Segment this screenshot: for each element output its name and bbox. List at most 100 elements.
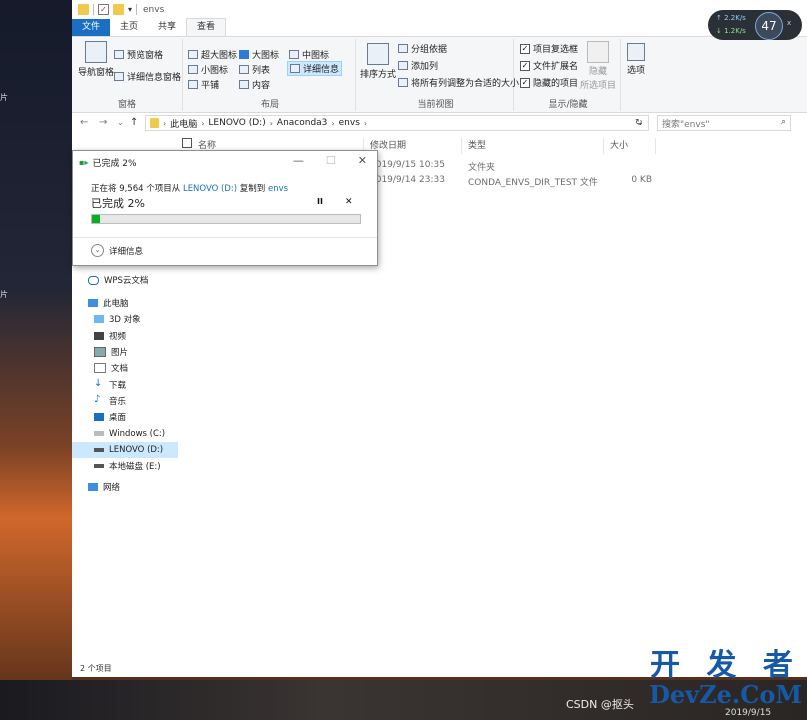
item-checkboxes-toggle[interactable]: ✓ 项目复选框 xyxy=(520,42,578,55)
breadcrumb-this-pc[interactable]: 此电脑 xyxy=(170,117,197,130)
taskbar-date: 2019/9/15 xyxy=(725,708,772,718)
column-date[interactable]: 修改日期 xyxy=(364,138,462,154)
checkbox-icon: ✓ xyxy=(520,60,530,71)
layout-content[interactable]: 内容 xyxy=(239,78,270,91)
recent-dropdown-icon[interactable]: ⌄ xyxy=(117,118,124,127)
layout-icon xyxy=(239,65,249,74)
destination-link[interactable]: envs xyxy=(268,184,288,194)
chevron-right-icon[interactable]: › xyxy=(331,119,334,128)
breadcrumb-lenovo-d[interactable]: LENOVO (D:) xyxy=(208,118,265,128)
breadcrumb-anaconda3[interactable]: Anaconda3 xyxy=(277,118,328,128)
layout-icon xyxy=(290,64,300,73)
size-columns-button[interactable]: 将所有列调整为合适的大小 xyxy=(398,76,519,89)
nav-item-downloads[interactable]: ↓ 下载 xyxy=(72,376,178,392)
nav-item-network[interactable]: 网络 xyxy=(72,479,178,495)
nav-item-videos[interactable]: 视频 xyxy=(72,328,178,344)
chevron-right-icon[interactable]: › xyxy=(201,119,204,128)
network-icon xyxy=(88,483,98,492)
tab-view[interactable]: 查看 xyxy=(186,18,227,36)
options-button[interactable]: 选项 xyxy=(627,43,645,76)
more-details-button[interactable]: ⌄ 详细信息 xyxy=(91,244,143,257)
search-placeholder: 搜索"envs" xyxy=(662,119,710,130)
nav-item-pictures[interactable]: 图片 xyxy=(72,344,178,360)
nav-item-drive-e[interactable]: 本地磁盘 (E:) xyxy=(72,458,178,474)
nav-item-wps[interactable]: WPS云文档 xyxy=(72,270,178,290)
pause-icon[interactable]: II xyxy=(317,197,323,207)
dialog-title: 已完成 2% xyxy=(92,159,137,169)
details-pane-label: 详细信息窗格 xyxy=(127,73,182,83)
quick-access-dropdown-icon[interactable]: ▾ xyxy=(128,5,132,14)
group-by-icon xyxy=(398,44,408,53)
nav-pane-button[interactable]: 导航窗格 xyxy=(78,41,114,78)
download-icon: ↓ xyxy=(94,377,103,389)
preview-pane-button[interactable]: 预览窗格 xyxy=(114,48,163,61)
properties-icon[interactable]: ✓ xyxy=(98,4,109,15)
close-icon[interactable]: ✕ xyxy=(358,154,367,167)
chevron-right-icon[interactable]: › xyxy=(270,119,273,128)
nav-item-drive-c[interactable]: Windows (C:) xyxy=(72,425,178,441)
search-input[interactable]: 搜索"envs" ⌕ xyxy=(657,115,791,131)
drive-icon xyxy=(94,431,104,437)
file-explorer-window: ✓ ▾ envs 文件 主页 共享 查看 导航窗格 预览窗格 详细信息窗格 窗格 xyxy=(72,0,807,677)
tab-home[interactable]: 主页 xyxy=(110,19,148,36)
nav-pane-label: 导航窗格 xyxy=(78,68,115,78)
desktop-icon xyxy=(94,413,104,422)
chevron-right-icon: › xyxy=(163,118,167,128)
column-size[interactable]: 大小 xyxy=(604,138,656,154)
layout-icon xyxy=(289,50,299,59)
close-icon[interactable]: x xyxy=(787,19,791,27)
tab-share[interactable]: 共享 xyxy=(148,19,186,36)
forward-arrow-icon[interactable]: → xyxy=(99,117,107,128)
group-options: 选项 xyxy=(623,39,655,111)
layout-icon xyxy=(188,80,198,89)
layout-extra-large[interactable]: 超大图标 xyxy=(188,48,237,61)
breadcrumb-envs[interactable]: envs xyxy=(339,118,360,128)
hidden-items-toggle[interactable]: ✓ 隐藏的项目 xyxy=(520,76,578,89)
group-label: 窗格 xyxy=(117,100,136,110)
layout-list[interactable]: 列表 xyxy=(239,63,270,76)
address-bar[interactable]: › 此电脑 › LENOVO (D:) › Anaconda3 › envs ›… xyxy=(145,115,649,131)
details-pane-button[interactable]: 详细信息窗格 xyxy=(114,70,181,83)
group-by-button[interactable]: 分组依据 xyxy=(398,42,447,55)
nav-item-drive-d[interactable]: LENOVO (D:) xyxy=(72,441,178,458)
refresh-icon[interactable]: ↻ xyxy=(635,118,643,128)
nav-item-desktop[interactable]: 桌面 xyxy=(72,409,178,425)
add-columns-button[interactable]: 添加列 xyxy=(398,59,438,72)
document-icon xyxy=(94,363,106,374)
chevron-right-icon[interactable]: › xyxy=(364,119,367,128)
nav-item-documents[interactable]: 文档 xyxy=(72,360,178,376)
layout-tiles[interactable]: 平铺 xyxy=(188,78,219,91)
network-monitor-widget[interactable]: ↑ 2.2K/s ↓ 1.2K/s 47 x xyxy=(708,10,802,40)
back-arrow-icon[interactable]: ← xyxy=(80,117,88,128)
up-arrow-icon[interactable]: ↑ xyxy=(130,117,138,128)
column-type[interactable]: 类型 xyxy=(462,138,604,154)
desktop-label: 片 xyxy=(0,93,8,102)
layout-details[interactable]: 详细信息 xyxy=(287,61,343,76)
source-link[interactable]: LENOVO (D:) xyxy=(183,184,237,194)
new-folder-icon[interactable] xyxy=(113,4,124,15)
drive-icon xyxy=(94,464,104,469)
video-icon xyxy=(94,331,104,340)
layout-large[interactable]: 大图标 xyxy=(239,48,279,61)
cpu-gauge: 47 xyxy=(755,12,783,40)
chevron-down-icon: ⌄ xyxy=(91,244,104,257)
tab-file[interactable]: 文件 xyxy=(72,19,111,36)
layout-icon xyxy=(188,50,198,59)
navigation-pane: WPS云文档 此电脑 3D 对象 视频 图片 文档 ↓ 下载 ♪ 音乐 桌面 Win… xyxy=(72,270,178,496)
file-extensions-toggle[interactable]: ✓ 文件扩展名 xyxy=(520,59,578,72)
progress-label: 已完成 2% xyxy=(91,197,145,210)
minimize-icon[interactable]: — xyxy=(293,154,304,167)
group-label: 显示/隐藏 xyxy=(548,100,588,110)
hide-selected-button[interactable]: 隐藏 所选项目 xyxy=(580,41,616,91)
window-title: envs xyxy=(143,4,165,15)
layout-medium[interactable]: 中图标 xyxy=(289,48,329,61)
layout-small[interactable]: 小图标 xyxy=(188,63,228,76)
nav-item-3d[interactable]: 3D 对象 xyxy=(72,311,178,327)
group-show-hide: ✓ 项目复选框 ✓ 文件扩展名 ✓ 隐藏的项目 隐藏 所选项目 显示/隐藏 xyxy=(516,39,621,111)
cancel-icon[interactable]: ✕ xyxy=(345,197,353,207)
nav-item-music[interactable]: ♪ 音乐 xyxy=(72,393,178,409)
sort-by-button[interactable]: 排序方式 xyxy=(360,43,396,80)
group-label: 当前视图 xyxy=(417,100,454,110)
nav-item-this-pc[interactable]: 此电脑 xyxy=(72,295,178,311)
size-columns-icon xyxy=(398,78,408,87)
